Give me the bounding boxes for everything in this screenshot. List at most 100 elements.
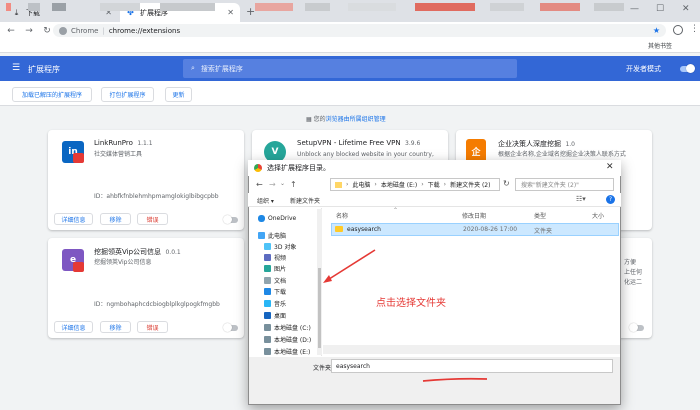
extension-description: 社交媒体营销工具	[94, 151, 143, 158]
forward-icon[interactable]: →	[269, 180, 276, 189]
extension-description: 挖掘领英Vip公司信息	[94, 259, 152, 266]
forward-icon[interactable]: →	[24, 26, 34, 36]
document-icon	[264, 277, 271, 284]
remove-button[interactable]: 移除	[100, 213, 131, 225]
bookmark-item[interactable]	[348, 3, 396, 11]
extension-toggle[interactable]	[223, 323, 238, 332]
page-title: 扩展程序	[28, 65, 60, 74]
extension-name: SetupVPN - Lifetime Free VPN	[297, 139, 401, 147]
nav-disk-d[interactable]: 本地磁盘 (D:)	[264, 335, 311, 344]
minimize-icon[interactable]: —	[630, 4, 639, 14]
close-window-icon[interactable]: ✕	[682, 4, 690, 14]
bookmark-item[interactable]	[255, 3, 293, 11]
close-icon[interactable]: ✕	[606, 162, 614, 172]
errors-button[interactable]: 错误	[137, 213, 168, 225]
bookmark-item[interactable]	[490, 3, 524, 11]
maximize-icon[interactable]: ☐	[656, 4, 664, 14]
up-icon[interactable]: ↑	[290, 180, 297, 189]
dev-mode-label: 开发者模式	[626, 65, 661, 73]
cloud-icon	[258, 215, 265, 222]
column-size[interactable]: 大小	[592, 211, 604, 220]
new-folder-button[interactable]: 新建文件夹	[290, 196, 320, 205]
avatar[interactable]	[673, 25, 683, 35]
details-button[interactable]: 详细信息	[54, 213, 93, 225]
bookmark-item[interactable]	[6, 3, 11, 11]
address-bar[interactable]: Chrome | chrome://extensions ★	[53, 24, 666, 37]
organize-menu[interactable]: 组织 ▾	[257, 196, 274, 205]
extension-id: ID：ngmbohaphcdcbiogblplkglpogkfmgbb	[94, 301, 220, 308]
details-button[interactable]: 详细信息	[54, 321, 93, 333]
dialog-title-bar: 选择扩展程序目录。	[248, 160, 621, 176]
path-breadcrumb[interactable]: › 此电脑 › 本地磁盘 (E:) › 下载 › 新建文件夹 (2)	[330, 178, 500, 191]
help-icon[interactable]: ?	[606, 195, 615, 204]
nav-disk-c[interactable]: 本地磁盘 (C:)	[264, 323, 311, 332]
bookmark-item[interactable]	[594, 3, 624, 11]
extension-version: 0.0.1	[165, 249, 181, 256]
other-bookmarks[interactable]: 其他书签	[648, 41, 672, 50]
load-unpacked-button[interactable]: 加载已解压的扩展程序	[12, 87, 92, 102]
back-icon[interactable]: ←	[6, 26, 16, 36]
extension-description: 根据企业名称,企业域名挖掘企业决策人联系方式	[498, 151, 626, 158]
dialog-title: 选择扩展程序目录。	[267, 164, 330, 172]
folder-name-input[interactable]: easysearch	[331, 359, 613, 373]
column-date[interactable]: 修改日期	[462, 211, 486, 220]
dev-mode-toggle[interactable]	[680, 64, 695, 73]
bookmark-item[interactable]	[305, 3, 330, 11]
back-icon[interactable]: ←	[256, 180, 263, 189]
bookmark-item[interactable]	[52, 3, 66, 11]
drive-icon	[264, 336, 271, 343]
nav-downloads[interactable]: 下载	[264, 287, 286, 296]
view-icon[interactable]: ☷▾	[576, 195, 586, 203]
music-icon	[264, 300, 271, 307]
nav-disk-e[interactable]: 本地磁盘 (E:)	[264, 347, 310, 356]
bookmark-item[interactable]	[160, 3, 215, 11]
download-icon	[264, 288, 271, 295]
managed-link[interactable]: 浏览器由所属组织管理	[326, 116, 386, 123]
pack-extension-button[interactable]: 打包扩展程序	[101, 87, 154, 102]
bookmark-item[interactable]	[540, 3, 580, 11]
bookmark-item[interactable]	[415, 3, 475, 11]
search-icon: ⌕	[191, 64, 195, 72]
column-type[interactable]: 类型	[534, 211, 546, 220]
horizontal-scrollbar[interactable]	[323, 345, 620, 354]
chevron-down-icon[interactable]: ⌄	[280, 180, 285, 187]
remove-button[interactable]: 移除	[100, 321, 131, 333]
star-icon[interactable]: ★	[653, 26, 660, 35]
menu-icon[interactable]: ⋮	[690, 24, 699, 34]
nav-videos[interactable]: 视频	[264, 253, 286, 262]
chevron-up-icon: ⌃	[393, 207, 399, 214]
extension-name: 企业决策人深度挖掘	[498, 140, 561, 148]
close-icon[interactable]: ✕	[227, 8, 234, 17]
extensions-search-input[interactable]: ⌕ 搜索扩展程序	[183, 59, 517, 78]
bookmark-item[interactable]	[28, 3, 40, 11]
bookmark-item[interactable]	[100, 3, 140, 11]
computer-icon	[258, 232, 265, 239]
building-icon: ▦	[306, 116, 312, 123]
nav-onedrive[interactable]: OneDrive	[258, 215, 296, 222]
refresh-icon[interactable]: ↻	[503, 179, 510, 188]
annotation-underline	[422, 377, 488, 382]
reload-icon[interactable]: ↻	[42, 26, 52, 36]
nav-desktop[interactable]: 桌面	[264, 311, 286, 320]
chrome-icon	[59, 26, 67, 35]
nav-documents[interactable]: 文档	[264, 276, 286, 285]
update-button[interactable]: 更新	[165, 87, 192, 102]
new-tab-button[interactable]: +	[246, 5, 255, 18]
errors-button[interactable]: 错误	[137, 321, 168, 333]
nav-music[interactable]: 音乐	[264, 299, 286, 308]
extension-toggle[interactable]	[223, 215, 238, 224]
column-name[interactable]: 名称	[336, 211, 348, 220]
nav-pictures[interactable]: 图片	[264, 264, 286, 273]
hamburger-icon[interactable]: ☰	[12, 63, 20, 73]
folder-search-input[interactable]: 搜索"新建文件夹 (2)"	[515, 178, 614, 191]
file-date: 2020-08-26 17:00	[463, 226, 518, 233]
desktop-icon	[264, 312, 271, 319]
extension-name: 挖掘领英Vip公司信息	[94, 248, 162, 256]
drive-icon	[264, 324, 271, 331]
file-name: easysearch	[347, 226, 381, 233]
nav-this-pc[interactable]: 此电脑	[258, 231, 286, 240]
nav-3d-objects[interactable]: 3D 对象	[264, 242, 296, 251]
cube-icon	[264, 243, 271, 250]
extension-id: ID：ahbfkfnblehmhpmamglokiglbibgcpbb	[94, 193, 219, 200]
extension-toggle[interactable]	[629, 323, 644, 332]
